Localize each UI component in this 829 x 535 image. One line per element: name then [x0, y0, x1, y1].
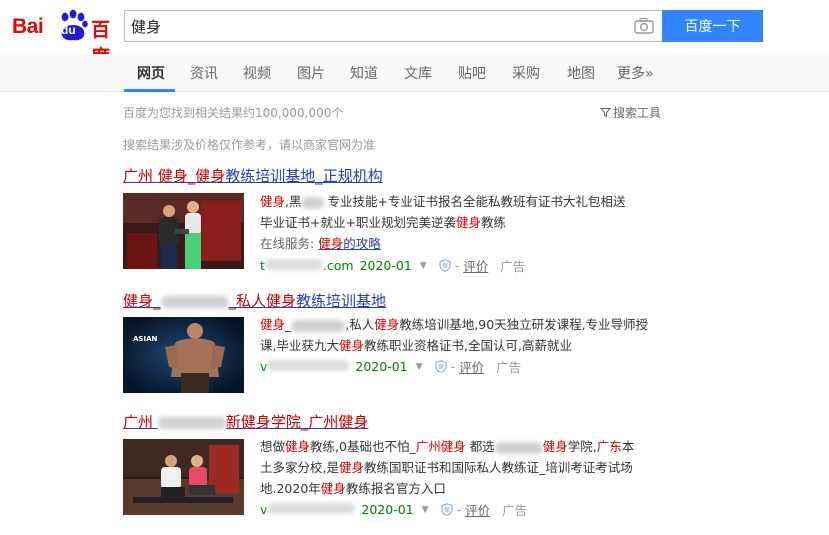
search-result: 广州 新健身学院_广州健身 想做健身教练,0基础也不怕_广州健身 都选 健身学院,… — [123, 411, 683, 531]
caret-down-icon[interactable]: ▼ — [420, 261, 427, 271]
result-description: 想做健身教练,0基础也不怕_广州健身 都选 健身学院,广东本 土多家分校,是健身教… — [260, 439, 635, 496]
tab-wenku[interactable]: 文库 — [404, 63, 432, 83]
baidu-logo[interactable]: Bai du 百度 — [12, 9, 116, 68]
tab-map[interactable]: 地图 — [567, 63, 595, 83]
caret-down-icon[interactable]: ▼ — [422, 505, 429, 515]
tab-images[interactable]: 图片 — [297, 63, 325, 83]
svg-text:保: 保 — [444, 506, 450, 514]
tab-tieba[interactable]: 贴吧 — [458, 63, 486, 83]
result-url[interactable]: v — [260, 502, 356, 517]
camera-icon[interactable] — [634, 17, 654, 35]
filter-icon — [600, 108, 611, 118]
caret-down-icon[interactable]: ▼ — [416, 362, 423, 372]
svg-text:ASIAN: ASIAN — [133, 335, 157, 343]
result-thumbnail[interactable]: ASIAN — [123, 317, 244, 393]
tab-zhidao[interactable]: 知道 — [350, 63, 378, 83]
result-meta: v 2020-01 ▼ 保 - 评价 广告 — [260, 500, 528, 519]
active-tab-indicator — [124, 89, 175, 92]
result-thumbnail[interactable] — [123, 193, 244, 269]
search-result: 广州 健身_健身教练培训基地_正规机构 健身,黑 专业技能+专业证书报名全能私教… — [123, 165, 683, 277]
tab-video[interactable]: 视频 — [243, 63, 271, 83]
search-input[interactable] — [131, 15, 621, 37]
shield-icon[interactable]: 保 — [435, 360, 447, 373]
search-tools-label: 搜索工具 — [613, 106, 662, 120]
search-box[interactable] — [124, 10, 662, 42]
result-date: 2020-01 — [359, 258, 412, 273]
result-count: 百度为您找到相关结果约100,000,000个 — [123, 106, 344, 120]
evaluate-link[interactable]: 评价 — [463, 256, 488, 275]
tab-web[interactable]: 网页 — [137, 63, 165, 83]
ad-label: 广告 — [496, 360, 522, 375]
tab-purchase[interactable]: 采购 — [512, 63, 540, 83]
header: Bai du 百度 百度一下 — [0, 0, 829, 68]
evaluate-link[interactable]: 评价 — [465, 500, 490, 519]
evaluate-link[interactable]: 评价 — [459, 357, 484, 376]
search-button[interactable]: 百度一下 — [662, 10, 763, 42]
logo-text-bai: Bai — [12, 15, 44, 38]
result-date: 2020-01 — [361, 502, 414, 517]
logo-text-du: du — [61, 23, 76, 37]
result-url[interactable]: t .com — [260, 258, 354, 273]
online-service: 在线服务: 健身的攻略 — [260, 236, 381, 251]
result-title[interactable]: 广州 新健身学院_广州健身 — [123, 411, 368, 432]
ad-label: 广告 — [502, 503, 528, 518]
price-notice: 搜索结果涉及价格仅作参考，请以商家官网为准 — [123, 138, 376, 152]
svg-text:保: 保 — [438, 363, 444, 371]
result-description: 健身_ ,私人健身教练培训基地,90天独立研发课程,专业导师授 课,毕业获九大健身… — [260, 317, 649, 353]
result-title[interactable]: 健身_ _私人健身教练培训基地 — [123, 290, 386, 311]
service-link[interactable]: 健身的攻略 — [318, 236, 381, 251]
shield-icon[interactable]: 保 — [439, 259, 451, 272]
result-url[interactable]: v — [260, 359, 350, 374]
svg-text:保: 保 — [442, 262, 448, 270]
tab-more[interactable]: 更多» — [617, 63, 654, 83]
result-meta: t .com 2020-01 ▼ 保 - 评价 广告 — [260, 256, 526, 275]
result-description: 健身,黑 专业技能+专业证书报名全能私教班有证书大礼包相送 毕业证书+就业+职业… — [260, 191, 660, 254]
search-result: 健身_ _私人健身教练培训基地 ASIAN 健身_ ,私人健身教练培训基地,90天独… — [123, 290, 683, 402]
result-meta: v 2020-01 ▼ 保 - 评价 广告 — [260, 357, 522, 376]
search-tools-button[interactable]: 搜索工具 — [600, 104, 661, 121]
result-title[interactable]: 广州 健身_健身教练培训基地_正规机构 — [123, 165, 383, 186]
tab-news[interactable]: 资讯 — [190, 63, 218, 83]
shield-icon[interactable]: 保 — [441, 503, 453, 516]
ad-label: 广告 — [500, 259, 526, 274]
tab-bar: 网页 资讯 视频 图片 知道 文库 贴吧 采购 地图 更多» — [0, 54, 829, 92]
result-thumbnail[interactable] — [123, 439, 244, 515]
result-date: 2020-01 — [355, 359, 408, 374]
